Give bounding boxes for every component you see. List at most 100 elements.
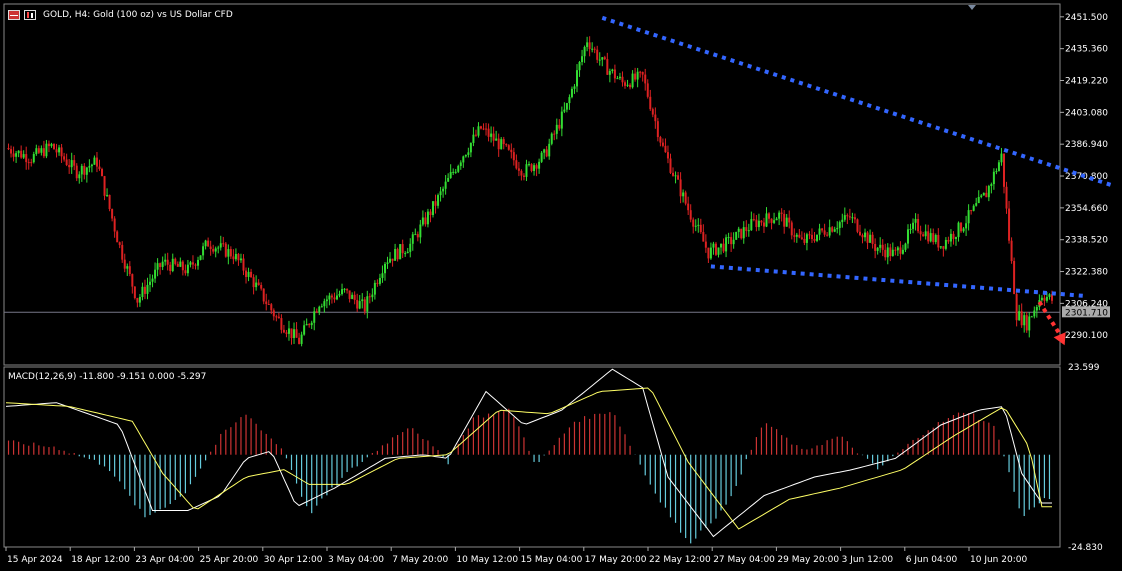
candle-body [325,299,328,302]
candle-body [22,154,25,158]
candle-body [492,133,495,141]
candle-body [788,217,791,223]
candle-body [904,243,907,250]
candle-body [836,227,839,230]
candle-body [828,227,831,236]
candle-body [1000,153,1003,163]
candle-body [795,234,798,237]
candle-body [500,139,503,150]
candle-body [83,165,86,175]
candle-body [318,306,321,313]
candle-body [452,171,455,173]
candle-body [328,295,331,300]
candle-body [406,251,409,254]
candle-body [714,243,717,255]
candle-body [934,234,937,243]
candle-body [886,247,889,258]
candle-body [467,152,470,155]
candle-body [149,281,152,285]
macd-label: MACD(12,26,9) -11.800 -9.151 0.000 -5.29… [8,372,206,382]
candle-body [303,325,306,335]
candle-body [798,234,801,238]
candle-body [353,294,356,300]
candle-body [876,247,879,251]
candle-body [262,288,265,302]
candle-body [459,162,462,166]
candle-body [672,172,675,176]
candle-body [1025,315,1028,331]
candle-body [108,194,111,210]
candle-body [260,285,263,289]
candle-body [255,282,258,288]
candle-body [368,296,371,298]
price-tick-label: 2386.940 [1065,140,1108,150]
candle-body [952,233,955,239]
candle-body [442,188,445,192]
candle-body [838,222,841,228]
candle-body [174,258,177,264]
candle-body [232,256,235,260]
candle-body [40,148,43,153]
candle-body [371,294,374,298]
candle-body [376,282,379,284]
candle-body [1048,294,1051,297]
candle-body [651,109,654,115]
candle-body [335,295,338,300]
candle-body [275,316,278,318]
candle-body [204,240,207,247]
candle-body [750,219,753,231]
candle-body [126,266,129,269]
time-tick-label: 10 May 12:00 [456,555,518,565]
candle-body [929,233,932,242]
lower-trendline [710,264,1086,298]
candle-body [222,243,225,245]
trading-chart[interactable]: 2451.500 2435.360 2419.220 2403.080 2386.940… [0,0,1122,571]
candle-body [50,143,53,147]
candle-body [947,239,950,242]
candle-body [914,218,917,223]
candle-body [803,238,806,243]
candle-body [361,299,364,302]
candle-body [816,234,819,241]
candle-body [1035,307,1038,311]
candle-body [884,249,887,258]
candle-body [922,234,925,237]
time-tick-label: 3 Jun 12:00 [842,555,894,565]
candle-body [381,273,384,278]
candle-body [618,76,621,79]
candle-body [37,148,40,153]
candle-body [65,159,68,166]
candle-body [906,229,909,244]
price-candles [7,36,1053,347]
candle-body [421,217,424,225]
candle-body [474,134,477,136]
candle-body [843,215,846,220]
candle-body [985,192,988,198]
candle-body [725,237,728,252]
candle-body [717,247,720,255]
candle-body [351,294,354,299]
candle-body [169,264,172,271]
candle-body [257,282,260,286]
candle-body [411,234,414,244]
candle-body [282,329,285,333]
candle-body [333,297,336,300]
candle-body [954,237,957,239]
time-tick-label: 30 Apr 12:00 [264,555,323,565]
candle-body [669,158,672,173]
candle-body [80,165,83,175]
candle-body [720,243,723,248]
candle-body [578,62,581,71]
candle-body [871,234,874,244]
candle-body [358,301,361,309]
candle-body [63,156,66,160]
candle-body [485,128,488,130]
candle-body [987,186,990,198]
candle-body [85,167,88,175]
candle-body [290,328,293,339]
candle-body [285,332,288,334]
candle-body [27,162,30,164]
candle-body [775,218,778,221]
candle-body [995,171,998,173]
candle-body [237,253,240,261]
